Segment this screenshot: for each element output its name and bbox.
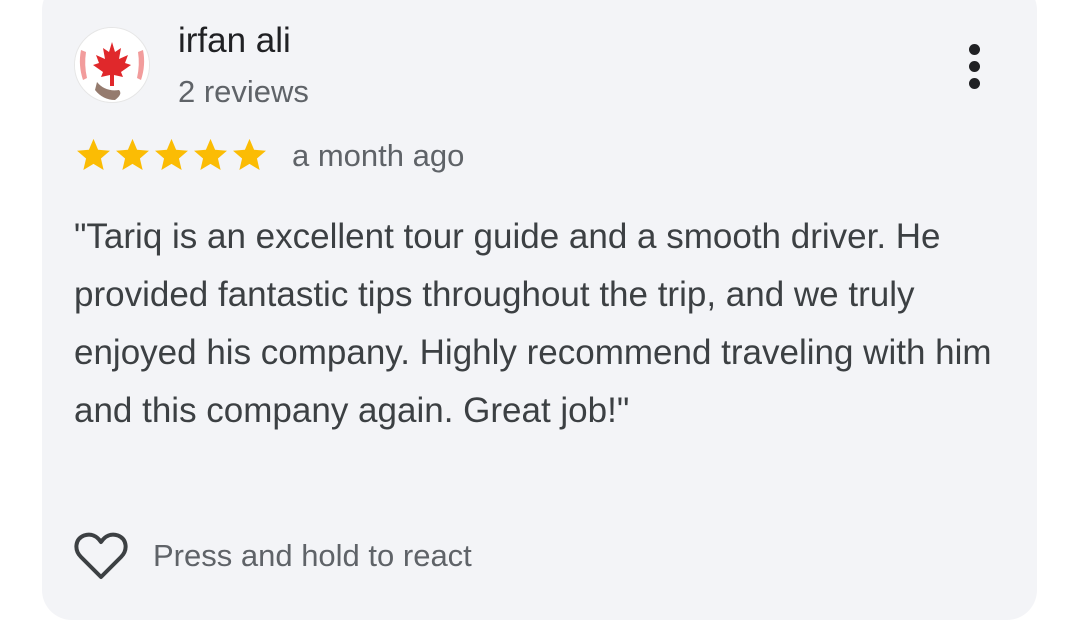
author-review-count: 2 reviews [178,74,309,109]
star-icon [116,138,149,171]
review-text: "Tariq is an excellent tour guide and a … [74,217,992,430]
heart-outline-icon [74,532,128,579]
star-rating [74,136,269,174]
author-name[interactable]: irfan ali [178,20,291,62]
react-label: Press and hold to react [153,538,472,573]
star-icon [233,138,266,171]
more-vertical-icon [969,44,980,55]
review-time: a month ago [292,138,465,173]
avatar[interactable] [74,27,150,103]
star-icon [155,138,188,171]
star-icon [77,138,110,171]
react-button[interactable]: Press and hold to react [74,528,472,584]
more-options-button[interactable] [955,40,995,92]
star-icon [194,138,227,171]
maple-leaf-icon [75,28,149,102]
